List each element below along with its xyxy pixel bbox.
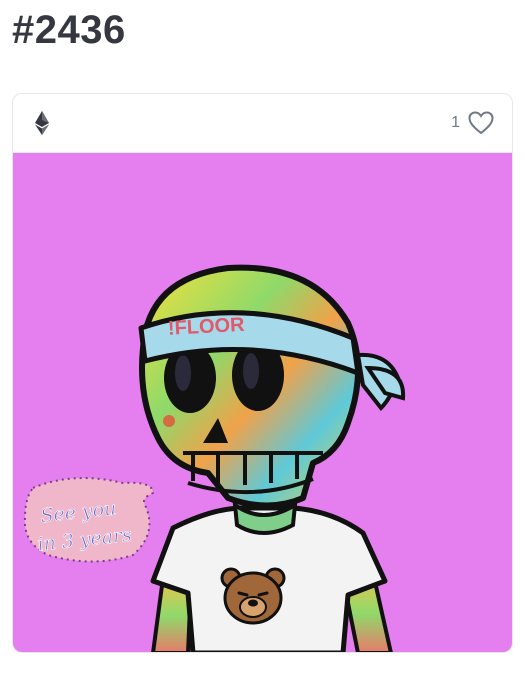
favorites: 1 [451,111,494,135]
ethereum-icon [35,111,49,135]
like-count: 1 [451,114,460,131]
nft-card: 1 !FLOOR See you in 3 years [12,93,513,653]
heart-icon[interactable] [468,111,494,135]
nft-artwork[interactable]: !FLOOR See you in 3 years [13,153,512,652]
card-header: 1 [13,94,512,153]
headband-text: !FLOOR [167,314,245,340]
bear-print [220,567,286,625]
item-title: #2436 [12,8,126,52]
speech-sticker: See you in 3 years [23,477,155,563]
